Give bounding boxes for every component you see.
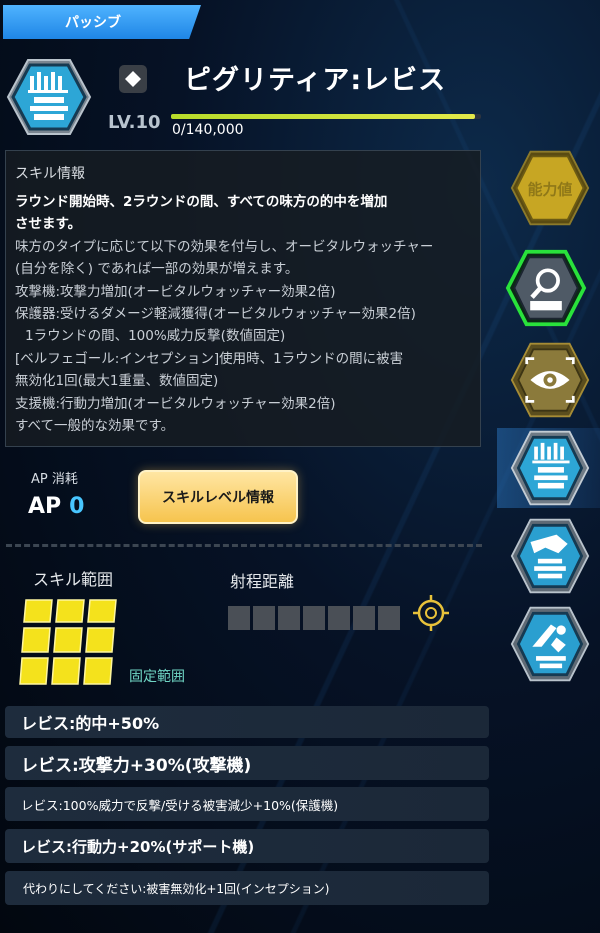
- xp-progress-bar: [171, 114, 481, 119]
- ap-number: 0: [69, 494, 85, 519]
- range-segment: [303, 606, 325, 630]
- effect-row: レビス:的中+50%: [5, 706, 489, 738]
- divider: [6, 544, 482, 547]
- skill-info-line: すべて一般的な効果です。: [15, 418, 175, 435]
- xp-text: 0/140,000: [172, 122, 244, 138]
- range-segment: [253, 606, 275, 630]
- skill-range-title: スキル範囲: [33, 570, 114, 589]
- ap-cost-value: AP 0: [28, 494, 84, 519]
- range-segment: [353, 606, 375, 630]
- skill-info-line: させます。: [15, 216, 82, 233]
- range-distance-title: 射程距離: [230, 572, 295, 591]
- skill-info-line: 保護器:受けるダメージ軽減獲得(オービタルウォッチャー効果2倍): [15, 306, 416, 323]
- passive-type-icon: [119, 65, 147, 93]
- range-segment: [378, 606, 400, 630]
- passive-skill-button[interactable]: [507, 428, 593, 508]
- effect-row: レビス:行動力+20%(サポート機): [5, 829, 489, 863]
- skill-info-line: [ベルフェゴール:インセプション]使用時、1ラウンドの間に被害: [15, 350, 404, 367]
- skill-info-line: ラウンド開始時、2ラウンドの間、すべての味方の的中を増加: [15, 194, 388, 210]
- passive-tab[interactable]: パッシブ: [3, 5, 201, 39]
- ap-prefix: AP: [28, 494, 62, 519]
- scan-skill-button[interactable]: [507, 340, 593, 420]
- stats-label: 能力値: [528, 181, 573, 199]
- active-skill-button-2[interactable]: [507, 604, 593, 684]
- range-segment: [228, 606, 250, 630]
- skill-info-line: 1ラウンドの間、100%威力反撃(数値固定): [25, 328, 286, 345]
- inspect-skill-button[interactable]: [503, 248, 589, 328]
- range-segment: [278, 606, 300, 630]
- skill-info-line: (自分を除く) であれば一部の効果が増えます。: [15, 261, 299, 278]
- range-segment: [328, 606, 350, 630]
- ap-cost-label: AP 消耗: [31, 472, 78, 487]
- skill-level-info-label: スキルレベル情報: [162, 490, 274, 506]
- skill-info-line: 支援機:行動力増加(オービタルウォッチャー効果2倍): [15, 395, 336, 412]
- effect-row: 代わりにしてください:被害無効化+1回(インセプション): [5, 871, 489, 905]
- passive-tab-label: パッシブ: [65, 15, 121, 31]
- skill-info-line: 攻撃機:攻撃力増加(オービタルウォッチャー効果2倍): [15, 283, 336, 300]
- skill-info-line: 無効化1回(最大1重量、数値固定): [15, 373, 219, 390]
- skill-range-grid: [19, 599, 117, 685]
- target-crosshair-icon: [413, 595, 449, 631]
- skill-sidebar: 能力値: [497, 0, 600, 933]
- skill-level-info-button[interactable]: スキルレベル情報: [138, 470, 298, 524]
- effect-row: レビス:100%威力で反撃/受ける被害減少+10%(保護機): [5, 787, 489, 821]
- skill-emblem-icon: [6, 59, 92, 135]
- range-distance-bar: [228, 606, 400, 630]
- skill-level: LV.10: [108, 112, 161, 133]
- stats-button[interactable]: 能力値: [507, 148, 593, 228]
- effect-row: レビス:攻撃力+30%(攻撃機): [5, 746, 489, 780]
- active-skill-button-1[interactable]: [507, 516, 593, 596]
- skill-detail-panel: パッシブ ピグリティア:レビス LV.10 0/140,000 スキル情報 ラウ…: [0, 0, 492, 933]
- xp-progress-fill: [171, 114, 475, 119]
- skill-name: ピグリティア:レビス: [184, 65, 447, 96]
- skill-info-box: スキル情報 ラウンド開始時、2ラウンドの間、すべての味方の的中を増加 させます。…: [5, 150, 481, 447]
- skill-info-line: 味方のタイプに応じて以下の効果を付与し、オービタルウォッチャー: [15, 238, 434, 255]
- skill-info-title: スキル情報: [15, 166, 85, 182]
- fixed-range-label: 固定範囲: [129, 669, 185, 685]
